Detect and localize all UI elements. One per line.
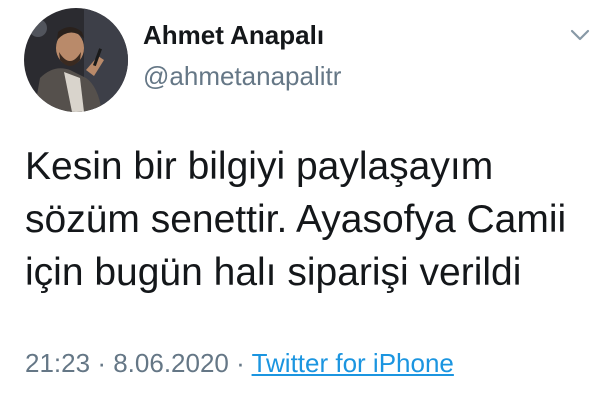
tweet-text: Kesin bir bilgiyi paylaşayım sözüm senet… [25, 140, 585, 299]
tweet-text-line: sözüm senettir. Ayasofya Camii [25, 198, 567, 241]
tweet-date[interactable]: 8.06.2020 [113, 348, 229, 378]
author-avatar[interactable] [24, 8, 128, 112]
tweet-text-line: Kesin bir bilgiyi paylaşayım [25, 145, 494, 188]
tweet-card: Ahmet Anapalı @ahmetanapalitr Kesin bir … [0, 0, 600, 406]
tweet-meta: 21:23 · 8.06.2020 · Twitter for iPhone [25, 348, 454, 379]
chevron-down-icon [570, 29, 590, 41]
tweet-source-link[interactable]: Twitter for iPhone [252, 348, 454, 378]
author-name[interactable]: Ahmet Anapalı [143, 20, 324, 51]
meta-separator: · [236, 348, 245, 378]
tweet-text-line: için bugün halı siparişi verildi [25, 251, 522, 294]
tweet-menu-button[interactable] [566, 24, 594, 46]
author-handle[interactable]: @ahmetanapalitr [143, 61, 341, 92]
profile-photo-icon [24, 8, 128, 112]
tweet-time[interactable]: 21:23 [25, 348, 90, 378]
meta-separator: · [97, 348, 106, 378]
